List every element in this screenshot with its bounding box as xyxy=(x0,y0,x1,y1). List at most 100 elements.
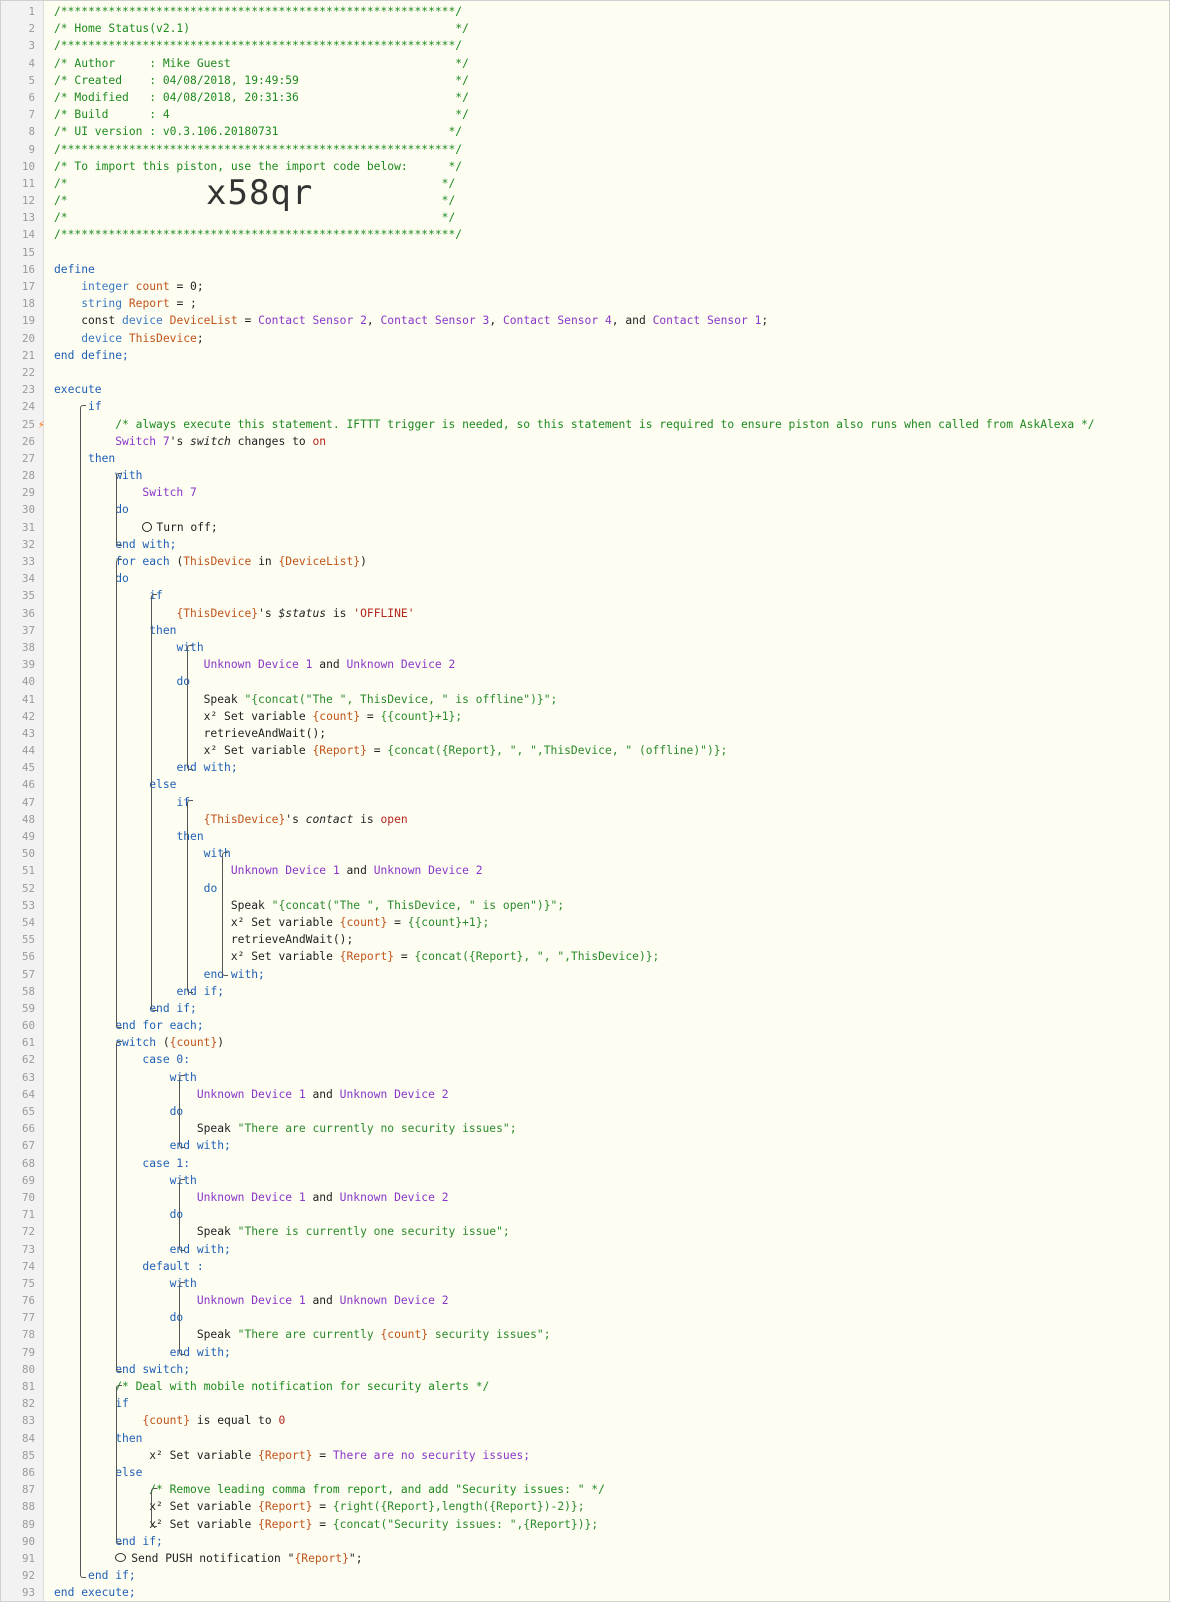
code-line: 90 end if; xyxy=(1,1533,1169,1550)
line-number: 77 xyxy=(21,1311,35,1325)
power-icon xyxy=(142,521,153,532)
header-comment: /* UI version : v0.3.106.20180731 */ xyxy=(54,125,463,139)
line-number: 25 xyxy=(21,417,35,431)
code-line: 56 x² Set variable {Report} = {concat({R… xyxy=(1,948,1169,965)
keyword: end if; xyxy=(176,984,225,998)
code-line: 53 Speak "{concat("The ", ThisDevice, " … xyxy=(1,897,1169,914)
line-number: 58 xyxy=(21,984,35,998)
header-comment: /* */ xyxy=(54,211,456,225)
header-comment: /* Modified : 04/08/2018, 20:31:36 */ xyxy=(54,90,469,104)
device-ref: Unknown Device 2 xyxy=(339,1087,449,1101)
device-ref: Unknown Device 2 xyxy=(339,1190,449,1204)
code-text: /* always execute this statement. IFTTT … xyxy=(54,416,1094,433)
keyword: then xyxy=(88,451,116,465)
code-text: case 0: xyxy=(54,1051,190,1068)
variable: DeviceList xyxy=(169,314,238,328)
code-text: Unknown Device 1 and Unknown Device 2 xyxy=(196,1190,449,1204)
line-number: 75 xyxy=(21,1276,35,1290)
code-text: Speak "{concat("The ", ThisDevice, " is … xyxy=(54,692,558,706)
line-number: 89 xyxy=(21,1517,35,1531)
code-line: 27 then xyxy=(1,450,1169,467)
line-number: 56 xyxy=(21,950,35,964)
line-number: 19 xyxy=(21,314,35,328)
keyword: define xyxy=(54,262,95,276)
header-comment: /***************************************… xyxy=(54,228,463,242)
code-text: case 1: xyxy=(54,1155,190,1172)
keyword: end with; xyxy=(176,761,238,775)
code-text: /* Author : Mike Guest */ xyxy=(54,55,469,72)
code-line: 21 end define; xyxy=(1,347,1169,364)
code-text: x² Set variable {Report} = {concat("Secu… xyxy=(149,1517,599,1531)
code-line: 73 end with; xyxy=(1,1241,1169,1258)
code-line: 34 do xyxy=(1,570,1169,587)
code-text: execute xyxy=(54,381,102,398)
line-number: 59 xyxy=(21,1001,35,1015)
line-number: 16 xyxy=(21,262,35,276)
code-text: Send PUSH notification "{Report}"; xyxy=(54,1550,363,1567)
code-text: else xyxy=(54,1464,142,1481)
line-number: 66 xyxy=(21,1122,35,1136)
device-ref: Contact Sensor 2 xyxy=(258,314,367,328)
code-text: Speak "There is currently one security i… xyxy=(54,1225,510,1239)
line-number: 64 xyxy=(21,1087,35,1101)
line-number: 20 xyxy=(21,331,35,345)
header-comment: /* */ xyxy=(54,194,456,208)
line-number: 11 xyxy=(21,176,35,190)
line-number: 93 xyxy=(21,1586,35,1600)
code-line: 19 const device DeviceList = Contact Sen… xyxy=(1,312,1169,329)
code-text: Turn off; xyxy=(54,519,218,536)
string: {concat("Security issues: ",{Report})}; xyxy=(332,1517,599,1531)
line-number: 22 xyxy=(21,365,35,379)
line-number: 9 xyxy=(28,142,35,156)
code-text: {count} is equal to 0 xyxy=(142,1414,286,1428)
code-body: 1 /**************************************… xyxy=(1,3,1169,1601)
block-brace xyxy=(151,593,157,1011)
code-text: end execute; xyxy=(54,1584,136,1601)
keyword: case 1: xyxy=(142,1156,191,1170)
line-number: 33 xyxy=(21,555,35,568)
code-text: /* Modified : 04/08/2018, 20:31:36 */ xyxy=(54,89,469,106)
code-text: retrieveAndWait(); xyxy=(54,933,354,947)
attribute: $status xyxy=(278,606,327,620)
code-line: 91 Send PUSH notification "{Report}"; xyxy=(1,1550,1169,1567)
code-text: /* */ xyxy=(54,209,455,226)
string: "There are currently xyxy=(237,1328,381,1342)
type: string xyxy=(81,297,123,311)
variable: {Report} xyxy=(258,1448,313,1462)
header-comment: /* Home Status(v2.1) */ xyxy=(54,22,469,36)
line-number: 18 xyxy=(21,297,35,311)
variable: {Report} xyxy=(258,1517,313,1531)
code-line: 17 integer count = 0; xyxy=(1,278,1169,295)
code-line: 76 Unknown Device 1 and Unknown Device 2 xyxy=(1,1292,1169,1309)
keyword: default : xyxy=(142,1259,204,1273)
code-text: if xyxy=(54,398,102,415)
device-ref: Contact Sensor 1 xyxy=(652,314,762,328)
line-number: 12 xyxy=(21,194,35,208)
variable: {Report} xyxy=(258,1500,313,1514)
code-line: 50 with xyxy=(1,845,1169,862)
header-comment: /* Build : 4 */ xyxy=(54,108,469,122)
code-text: Speak "{concat("The ", ThisDevice, " is … xyxy=(54,898,565,912)
keyword: end execute; xyxy=(54,1586,136,1600)
line-number: 49 xyxy=(21,830,35,843)
variable: {count} xyxy=(169,1036,218,1050)
line-number: 36 xyxy=(21,606,35,620)
code-text: Switch 7 xyxy=(54,484,196,501)
code-line: 5 /* Created : 04/08/2018, 19:49:59 */ xyxy=(1,72,1169,89)
variable-icon: x² xyxy=(203,709,218,723)
keyword: for each xyxy=(115,555,170,568)
line-number: 46 xyxy=(21,778,35,792)
line-number: 35 xyxy=(21,589,35,603)
code-line: 41 Speak "{concat("The ", ThisDevice, " … xyxy=(1,691,1169,708)
code-text: Speak "There are currently no security i… xyxy=(54,1122,517,1136)
device-ref: Unknown Device 1 xyxy=(230,864,340,878)
variable: Report xyxy=(128,297,170,311)
code-line: 67 end with; xyxy=(1,1137,1169,1154)
code-text: Switch 7's switch changes to on xyxy=(115,434,327,448)
code-line: 48 {ThisDevice}'s contact is open xyxy=(1,811,1169,828)
code-text: if xyxy=(54,794,190,811)
variable: {DeviceList} xyxy=(278,555,361,568)
code-text: default : xyxy=(54,1258,204,1275)
code-line: 81 /* Deal with mobile notification for … xyxy=(1,1378,1169,1395)
code-line: 11/* */ xyxy=(1,175,1169,192)
